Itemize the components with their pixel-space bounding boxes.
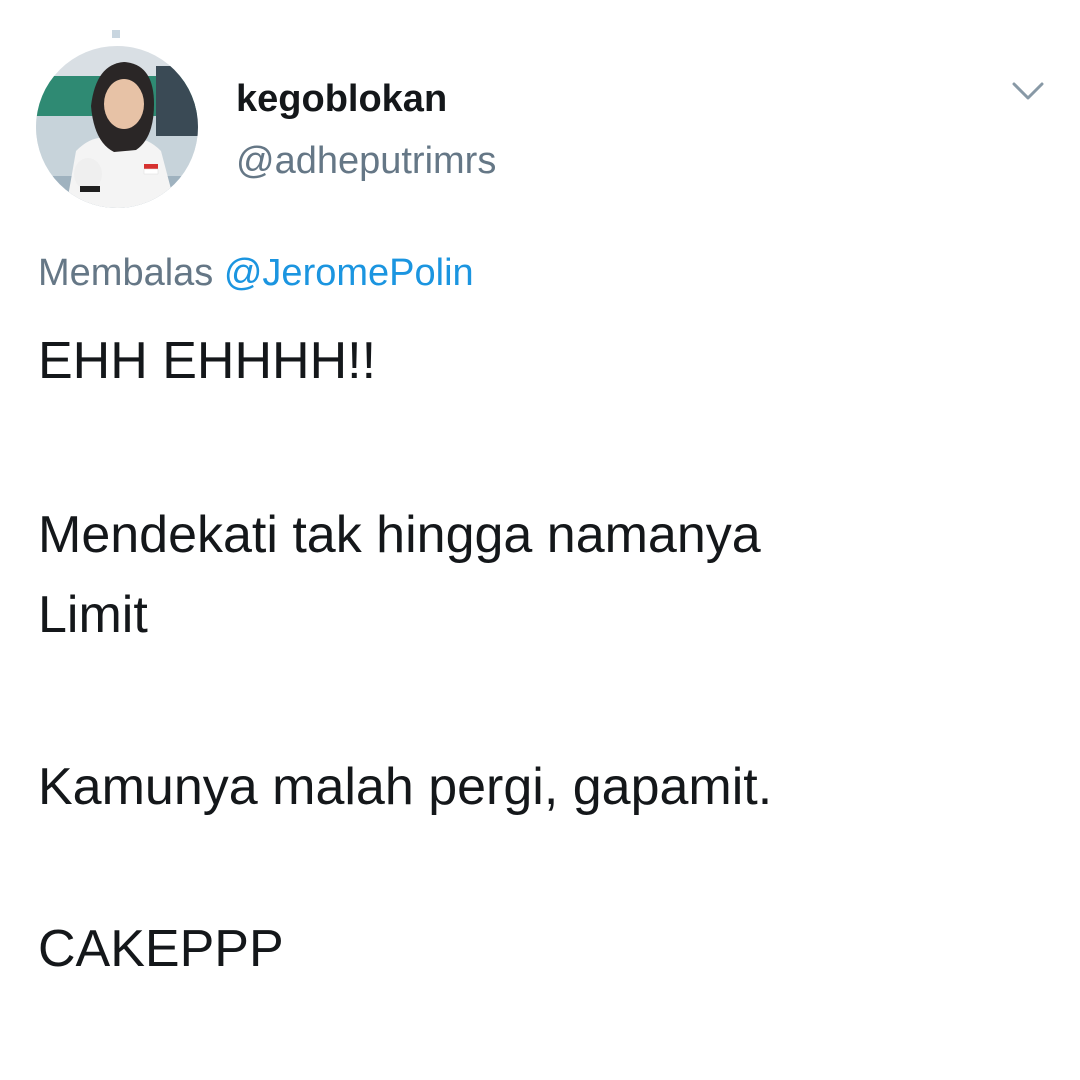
reply-mention-link[interactable]: @JeromePolin	[224, 252, 474, 294]
tweet-text-line: Kamunya malah pergi, gapamit.	[38, 758, 773, 816]
tweet-text-line: Limit	[38, 586, 148, 644]
tweet-card: kegoblokan @adheputrimrs Membalas @Jerom…	[0, 0, 1080, 1080]
reply-prefix: Membalas	[38, 252, 214, 294]
tweet-menu-button[interactable]	[1008, 74, 1048, 106]
avatar[interactable]	[36, 46, 198, 208]
chevron-down-icon	[1012, 82, 1044, 100]
display-name[interactable]: kegoblokan	[236, 76, 447, 122]
tweet-text-line: EHH EHHHH!!	[38, 332, 377, 390]
profile-photo-icon	[36, 46, 198, 208]
user-handle[interactable]: @adheputrimrs	[236, 138, 496, 184]
reply-context: Membalas @JeromePolin	[38, 250, 474, 296]
divider-mark	[112, 30, 120, 38]
tweet-text-line: Mendekati tak hingga namanya	[38, 506, 761, 564]
tweet-text-line: CAKEPPP	[38, 920, 284, 978]
